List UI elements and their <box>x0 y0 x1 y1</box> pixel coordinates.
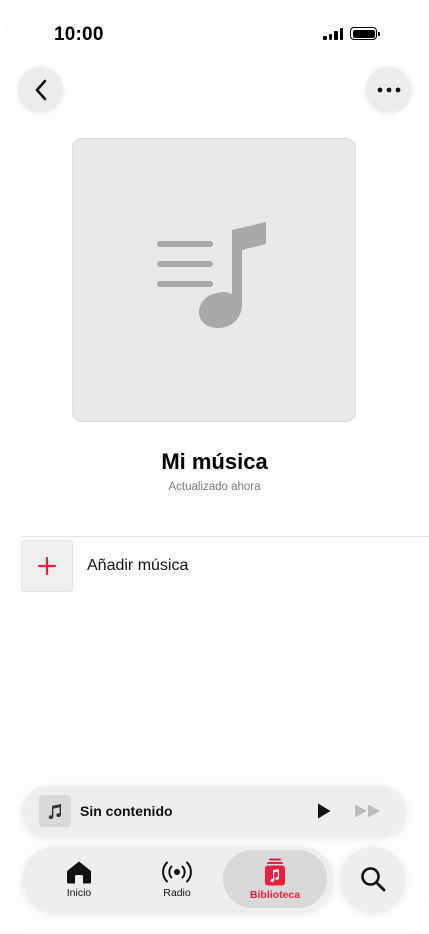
playlist-artwork <box>72 138 356 422</box>
ellipsis-icon <box>377 87 400 92</box>
tab-library-label: Biblioteca <box>249 888 301 901</box>
playlist-updated-text: Actualizado ahora <box>168 481 261 493</box>
library-icon <box>265 858 285 885</box>
back-button[interactable] <box>18 67 63 112</box>
add-music-row[interactable]: Añadir música <box>21 540 429 592</box>
search-icon <box>361 867 386 892</box>
tab-bar: Inicio Radio Biblioteca <box>23 847 333 911</box>
status-time: 10:00 <box>54 24 104 45</box>
phone-screen: 10:00 Mi música Actualizado ahora Añadir… <box>0 0 429 934</box>
status-icons <box>323 27 380 40</box>
home-icon <box>67 861 91 883</box>
mini-player-artwork <box>39 795 71 827</box>
play-button[interactable] <box>316 802 332 825</box>
chevron-left-icon <box>35 79 46 100</box>
radio-icon <box>162 861 192 882</box>
fast-forward-button[interactable] <box>354 803 382 824</box>
fast-forward-icon <box>355 804 380 818</box>
more-options-button[interactable] <box>366 67 411 112</box>
mini-player-title: Sin contenido <box>80 803 173 819</box>
divider <box>21 536 429 537</box>
battery-icon <box>350 27 380 40</box>
tab-radio[interactable]: Radio <box>125 850 229 908</box>
mini-player[interactable]: Sin contenido <box>23 786 406 836</box>
play-icon <box>318 803 331 819</box>
add-music-label: Añadir música <box>87 557 189 574</box>
tab-home[interactable]: Inicio <box>27 850 131 908</box>
plus-icon <box>38 557 56 575</box>
playlist-title: Mi música <box>161 449 268 474</box>
tab-home-label: Inicio <box>66 886 92 899</box>
add-music-tile <box>21 540 73 592</box>
tab-library[interactable]: Biblioteca <box>223 850 327 908</box>
search-button[interactable] <box>341 847 405 911</box>
music-note-icon <box>48 804 61 819</box>
music-list-icon <box>157 222 266 328</box>
cellular-signal-icon <box>323 27 343 40</box>
tab-radio-label: Radio <box>163 886 191 899</box>
